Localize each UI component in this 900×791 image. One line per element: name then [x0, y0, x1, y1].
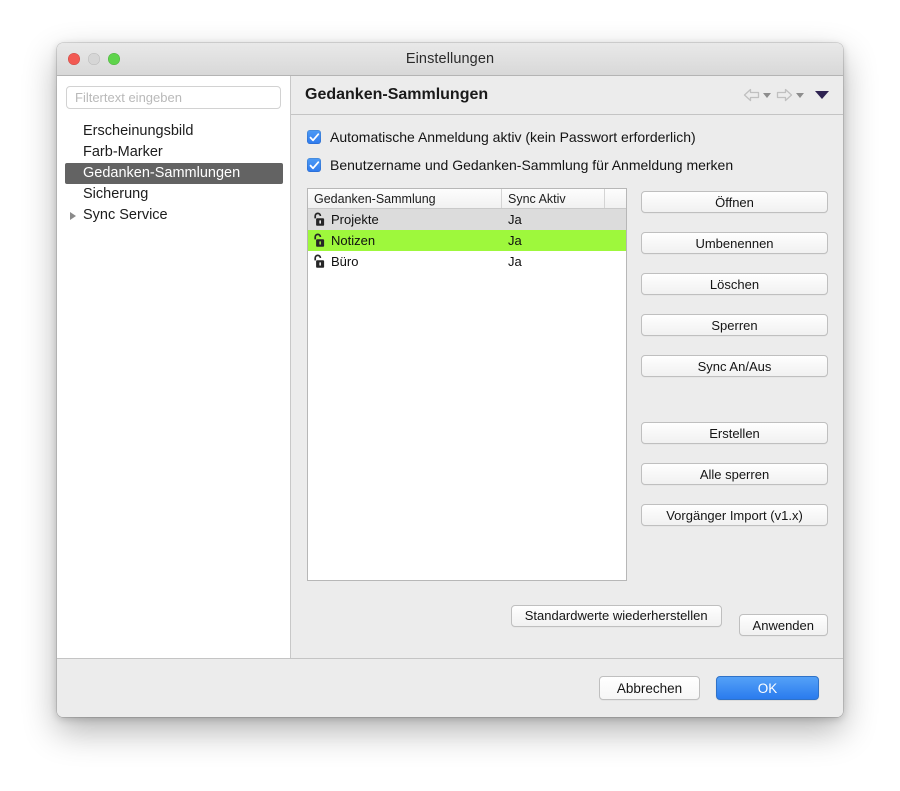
restore-defaults-button[interactable]: Standardwerte wiederherstellen: [510, 604, 722, 627]
dropdown-triangle-icon[interactable]: [815, 91, 829, 99]
table-row[interactable]: Büro Ja: [308, 251, 626, 272]
zoom-button[interactable]: [108, 53, 120, 65]
header-navigation: [743, 88, 829, 102]
window-body: Erscheinungsbild Farb-Marker Gedanken-Sa…: [57, 76, 843, 658]
sidebar-item-gedanken-sammlungen[interactable]: Gedanken-Sammlungen: [65, 163, 283, 184]
option-row-remember-credentials[interactable]: Benutzername und Gedanken-Sammlung für A…: [307, 157, 843, 173]
content-header: Gedanken-Sammlungen: [291, 76, 843, 115]
column-header-sync[interactable]: Sync Aktiv: [502, 189, 605, 208]
checkmark-icon: [309, 160, 319, 169]
sidebar-item-label: Gedanken-Sammlungen: [83, 165, 241, 181]
unlocked-padlock-icon: [314, 233, 325, 247]
cancel-button[interactable]: Abbrechen: [599, 676, 700, 700]
page-title: Gedanken-Sammlungen: [305, 86, 489, 103]
row-name-cell: Notizen: [308, 233, 502, 248]
row-name-cell: Büro: [308, 254, 502, 269]
open-button[interactable]: Öffnen: [641, 191, 828, 213]
create-button[interactable]: Erstellen: [641, 422, 828, 444]
sidebar-item-label: Sync Service: [83, 207, 168, 223]
sidebar-item-erscheinungsbild[interactable]: Erscheinungsbild: [66, 121, 281, 142]
title-bar: Einstellungen: [57, 43, 843, 76]
row-name-label: Büro: [331, 254, 359, 269]
lock-button[interactable]: Sperren: [641, 314, 828, 336]
option-row-auto-login[interactable]: Automatische Anmeldung aktiv (kein Passw…: [307, 129, 843, 145]
table-row[interactable]: Projekte Ja: [308, 209, 626, 230]
sync-toggle-button[interactable]: Sync An/Aus: [641, 355, 828, 377]
content-pane: Gedanken-Sammlungen Automatische Anmeldu…: [291, 76, 843, 658]
sidebar: Erscheinungsbild Farb-Marker Gedanken-Sa…: [57, 76, 291, 658]
sidebar-item-label: Erscheinungsbild: [83, 123, 194, 139]
option-label-remember-credentials: Benutzername und Gedanken-Sammlung für A…: [330, 157, 734, 173]
checkmark-icon: [309, 132, 319, 141]
legacy-import-button[interactable]: Vorgänger Import (v1.x): [641, 504, 828, 526]
options-group: Automatische Anmeldung aktiv (kein Passw…: [291, 115, 843, 185]
sidebar-item-farb-marker[interactable]: Farb-Marker: [66, 142, 281, 163]
collections-table[interactable]: Gedanken-Sammlung Sync Aktiv Projekte Ja…: [307, 188, 627, 581]
row-sync-cell: Ja: [508, 212, 522, 227]
forward-arrow-icon: [776, 88, 793, 102]
option-label-auto-login: Automatische Anmeldung aktiv (kein Passw…: [330, 129, 696, 145]
back-menu-triangle-icon[interactable]: [763, 92, 771, 98]
sidebar-item-sync-service[interactable]: Sync Service: [66, 205, 281, 226]
sidebar-nav-list: Erscheinungsbild Farb-Marker Gedanken-Sa…: [65, 121, 283, 226]
back-button[interactable]: [743, 88, 771, 102]
unlocked-padlock-icon: [314, 212, 325, 226]
column-header-name[interactable]: Gedanken-Sammlung: [308, 189, 502, 208]
sidebar-item-label: Sicherung: [83, 186, 149, 202]
row-name-label: Notizen: [331, 233, 376, 248]
checkbox-auto-login[interactable]: [307, 130, 321, 144]
row-sync-cell: Ja: [508, 254, 522, 269]
apply-button[interactable]: Anwenden: [738, 614, 828, 636]
forward-button[interactable]: [776, 88, 804, 102]
collections-section: Gedanken-Sammlung Sync Aktiv Projekte Ja…: [291, 185, 843, 581]
window-title: Einstellungen: [405, 51, 495, 67]
table-header-row: Gedanken-Sammlung Sync Aktiv: [308, 189, 626, 209]
collection-actions: Öffnen Umbenennen Löschen Sperren Sync A…: [641, 188, 828, 581]
row-sync-cell: Ja: [508, 233, 522, 248]
disclosure-triangle-icon[interactable]: [70, 211, 76, 220]
ok-button[interactable]: OK: [716, 676, 819, 700]
sidebar-item-sicherung[interactable]: Sicherung: [66, 184, 281, 205]
checkbox-remember-credentials[interactable]: [307, 158, 321, 172]
delete-button[interactable]: Löschen: [641, 273, 828, 295]
unlocked-padlock-icon: [314, 254, 325, 268]
lock-all-button[interactable]: Alle sperren: [641, 463, 828, 485]
back-arrow-icon: [743, 88, 760, 102]
rename-button[interactable]: Umbenennen: [641, 232, 828, 254]
dialog-footer: Abbrechen OK: [57, 658, 843, 717]
window-controls: [68, 53, 120, 65]
row-name-label: Projekte: [331, 212, 379, 227]
forward-menu-triangle-icon[interactable]: [796, 92, 804, 98]
apply-row: Standardwerte wiederherstellen Anwenden: [291, 581, 843, 636]
close-button[interactable]: [68, 53, 80, 65]
column-header-extra[interactable]: [605, 189, 626, 208]
minimize-button[interactable]: [88, 53, 100, 65]
settings-window: Einstellungen Erscheinungsbild Farb-Mark…: [57, 43, 843, 717]
row-name-cell: Projekte: [308, 212, 502, 227]
table-row[interactable]: Notizen Ja: [308, 230, 626, 251]
filter-input[interactable]: [66, 86, 281, 109]
sidebar-item-label: Farb-Marker: [83, 144, 163, 160]
